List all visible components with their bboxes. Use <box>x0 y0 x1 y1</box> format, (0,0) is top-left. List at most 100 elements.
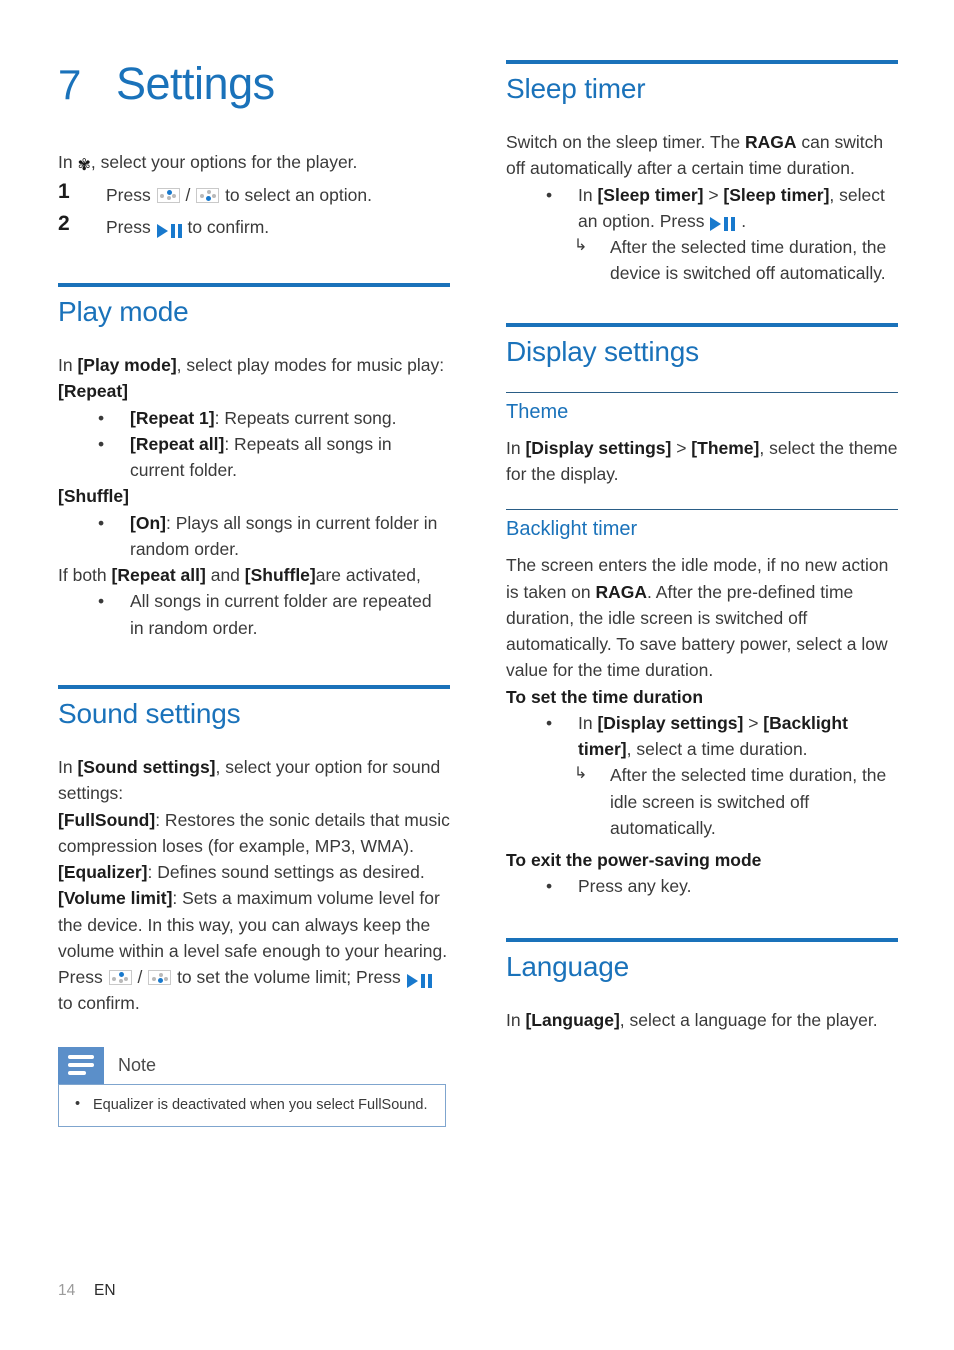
equalizer-text: : Defines sound settings as desired. <box>147 862 425 883</box>
section-sleep-timer: Sleep timer Switch on the sleep timer. T… <box>506 60 898 287</box>
list-item: ↳ After the selected time duration, the i… <box>506 762 898 841</box>
theme-prefix: In <box>506 437 526 458</box>
left-column: 7 Settings In ✾, select your options for… <box>58 60 450 1127</box>
shuffle-list: • [On]: Plays all songs in current folder… <box>58 510 450 563</box>
press-after: to confirm. <box>58 993 140 1014</box>
volume-press-line: Press / to set the volume limit; Press t… <box>58 964 450 1017</box>
chapter-title: Settings <box>116 58 275 109</box>
language-suffix: , select a language for the player. <box>619 1009 878 1030</box>
list-item-bold: [On] <box>130 512 166 533</box>
bullet-marker: • <box>546 184 553 205</box>
page-number: 14 <box>58 1282 76 1299</box>
bullet-prefix: In <box>578 712 598 733</box>
list-item: • Equalizer is deactivated when you selec… <box>71 1095 433 1115</box>
list-item-bold: [Repeat all] <box>130 433 225 454</box>
list-item: • [Repeat all]: Repeats all songs in curr… <box>58 431 450 484</box>
nav-up-icon <box>108 970 132 986</box>
bullet-bold-b: [Sleep timer] <box>723 184 830 205</box>
bullet-bold-a: [Display settings] <box>597 712 744 733</box>
heading-backlight-timer: Backlight timer <box>506 518 638 541</box>
list-item: • [Repeat 1]: Repeats current song. <box>58 405 450 431</box>
intro-suffix: , select your options for the player. <box>90 152 358 173</box>
exit-power-saving-heading: To exit the power-saving mode <box>506 850 762 871</box>
section-rule <box>58 283 450 288</box>
volume-limit-line: [Volume limit]: Sets a maximum volume le… <box>58 885 450 964</box>
list-item: • All songs in current folder are repeate… <box>58 588 450 641</box>
bullet-tail: . <box>736 210 747 231</box>
list-item: • In [Display settings] > [Backlight time… <box>506 710 898 763</box>
play-mode-intro-prefix: In <box>58 355 78 376</box>
fullsound-line: [FullSound]: Restores the sonic details … <box>58 807 450 860</box>
section-sound-settings: Sound settings In [Sound settings], sele… <box>58 684 450 1017</box>
sub-bullet-text: After the selected time duration, the de… <box>610 237 887 284</box>
list-item: • Press any key. <box>506 873 898 899</box>
backlight-para-bold: RAGA <box>595 581 648 602</box>
sleep-timer-list: • In [Sleep timer] > [Sleep timer], selec… <box>506 182 898 287</box>
backlight-paragraph: The screen enters the idle mode, if no n… <box>506 552 898 683</box>
step-1-number: 1 <box>58 179 70 203</box>
step-2-text: Press to confirm. <box>106 211 269 241</box>
play-pause-icon <box>156 223 182 238</box>
set-time-list: • In [Display settings] > [Backlight time… <box>506 710 898 841</box>
nav-down-icon <box>148 970 172 986</box>
manual-page: 7 Settings In ✾, select your options for… <box>0 0 954 1350</box>
step-1-before: Press <box>106 184 156 205</box>
heading-play-mode: Play mode <box>58 296 189 328</box>
subsection-backlight-timer: Backlight timer The screen enters the id… <box>506 509 898 899</box>
section-rule <box>506 937 898 942</box>
play-pause-icon <box>406 973 432 988</box>
heading-language: Language <box>506 950 629 982</box>
note-body: • Equalizer is deactivated when you selec… <box>58 1083 446 1127</box>
play-mode-intro-bold: [Play mode] <box>77 355 177 376</box>
theme-bold-a: [Display settings] <box>525 437 672 458</box>
note-item-text: Equalizer is deactivated when you select… <box>93 1096 428 1113</box>
heading-theme: Theme <box>506 400 569 423</box>
bullet-marker: • <box>546 876 553 897</box>
list-item-text: All songs in current folder are repeated… <box>130 591 432 638</box>
bullet-suffix: , select a time duration. <box>626 739 808 760</box>
both-prefix: If both <box>58 565 112 586</box>
subsection-rule <box>506 509 898 511</box>
language-prefix: In <box>506 1009 526 1030</box>
section-rule <box>506 322 898 327</box>
section-play-mode: Play mode In [Play mode], select play mo… <box>58 283 450 641</box>
note-header: Note <box>58 1046 446 1084</box>
language-text: In [Language], select a language for the… <box>506 1007 898 1033</box>
section-display-settings: Display settings Theme In [Display setti… <box>506 322 898 900</box>
bullet-marker: • <box>98 512 105 533</box>
equalizer-bold: [Equalizer] <box>58 862 148 883</box>
exit-power-saving-list: • Press any key. <box>506 873 898 899</box>
page-title: 7 Settings <box>58 58 450 109</box>
page-footer: 14 EN <box>58 1282 116 1300</box>
sub-bullet-text: After the selected time duration, the id… <box>610 765 887 838</box>
intro-line: In ✾, select your options for the player… <box>58 149 450 176</box>
shuffle-label: [Shuffle] <box>58 486 129 507</box>
sleep-intro-prefix: Switch on the sleep timer. The <box>506 132 745 153</box>
section-rule <box>58 684 450 689</box>
sound-intro-bold: [Sound settings] <box>77 757 216 778</box>
both-list: • All songs in current folder are repeate… <box>58 588 450 641</box>
bullet-mid: > <box>703 184 724 205</box>
both-bold-b: [Shuffle] <box>244 565 316 586</box>
play-mode-intro-suffix: , select play modes for music play: <box>176 355 445 376</box>
subsection-rule <box>506 391 898 393</box>
theme-mid: > <box>671 437 692 458</box>
fullsound-bold: [FullSound] <box>58 809 156 830</box>
play-mode-both-line: If both [Repeat all] and [Shuffle]are ac… <box>58 562 450 588</box>
intro-prefix: In <box>58 152 78 173</box>
repeat-list: • [Repeat 1]: Repeats current song. • [Rep… <box>58 405 450 484</box>
gear-icon: ✾ <box>77 157 91 175</box>
nav-down-icon <box>196 187 220 203</box>
list-item-text: : Plays all songs in current folder in r… <box>130 512 438 559</box>
arrow-marker: ↳ <box>574 765 588 783</box>
repeat-label: [Repeat] <box>58 381 129 402</box>
section-rule <box>506 60 898 64</box>
theme-bold-b: [Theme] <box>691 437 760 458</box>
section-language: Language In [Language], select a languag… <box>506 937 898 1033</box>
press-mid: to set the volume limit; Press <box>172 967 406 988</box>
both-bold-a: [Repeat all] <box>111 565 206 586</box>
both-suffix: are activated, <box>315 565 421 586</box>
nav-up-icon <box>156 187 180 203</box>
list-item-text: : Repeats current song. <box>214 407 397 428</box>
list-item-bold: [Repeat 1] <box>130 407 215 428</box>
